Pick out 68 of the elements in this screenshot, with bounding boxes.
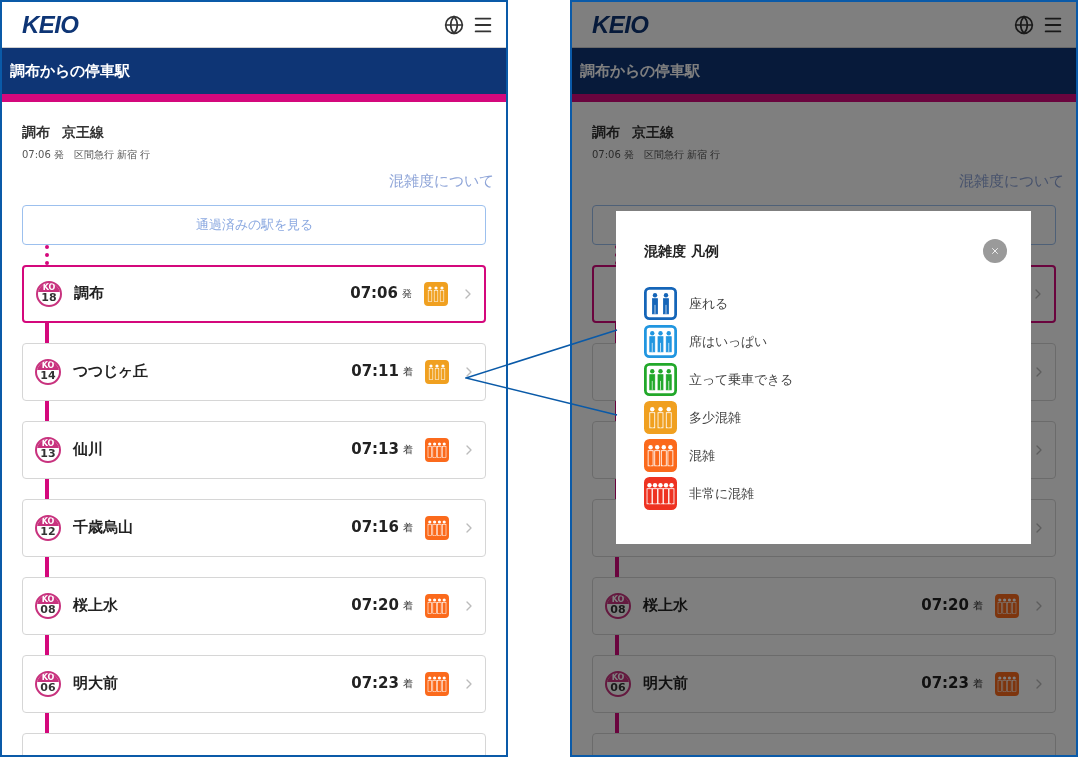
line-code: KO — [37, 438, 59, 448]
close-button[interactable] — [983, 239, 1007, 263]
station-row[interactable]: KO 18 調布 07:06 発 — [22, 264, 486, 323]
time: 07:23 — [921, 673, 969, 695]
logo[interactable]: KEIO — [22, 6, 79, 43]
legend-label: 多少混雑 — [689, 408, 741, 427]
station-row[interactable]: KO 08 桜上水 07:20 着 — [592, 576, 1056, 635]
station-row[interactable]: KO 08 桜上水 07:20 着 — [22, 576, 486, 635]
station-name: つつじヶ丘 — [73, 361, 149, 383]
line-label: 京王線 — [62, 123, 104, 142]
station-number: 13 — [40, 447, 56, 460]
station-row[interactable]: KO 14 つつじヶ丘 07:11 着 — [22, 342, 486, 401]
line-code: KO — [37, 672, 59, 682]
page-title: 調布からの停車駅 — [580, 60, 700, 82]
departure-arrival-label: 着 — [403, 521, 413, 535]
legend-label: 立って乗車できる — [689, 370, 793, 389]
departure-arrival-label: 着 — [973, 677, 983, 691]
line-code: KO — [607, 594, 629, 604]
station-row[interactable]: KO 06 明大前 07:23 着 — [592, 654, 1056, 713]
legend-label: 席はいっぱい — [689, 332, 767, 351]
station-label: 調布 — [592, 123, 620, 142]
legend-label: 非常に混雑 — [689, 484, 754, 503]
station-number: 12 — [40, 525, 56, 538]
time: 07:13 — [351, 439, 399, 461]
departure-arrival-label: 着 — [403, 677, 413, 691]
time: 07:16 — [351, 517, 399, 539]
station-name: 明大前 — [643, 673, 689, 695]
close-icon — [990, 246, 1000, 256]
time: 07:20 — [921, 595, 969, 617]
line-code: KO — [607, 672, 629, 682]
station-name: 仙川 — [73, 439, 104, 461]
station-number: 08 — [40, 603, 56, 616]
logo[interactable]: KEIO — [592, 6, 649, 43]
time: 07:20 — [351, 595, 399, 617]
station-name: 桜上水 — [643, 595, 689, 617]
line-code: KO — [37, 360, 59, 370]
time: 07:11 — [351, 361, 399, 383]
station-label: 調布 — [22, 123, 50, 142]
station-number: 08 — [610, 603, 626, 616]
station-row[interactable]: KO 06 明大前 07:23 着 — [22, 654, 486, 713]
station-name: 調布 — [74, 283, 105, 305]
departure-info: 07:06 発 区間急行 新宿 行 — [592, 148, 722, 162]
station-name: 明大前 — [73, 673, 119, 695]
time: 07:23 — [351, 673, 399, 695]
dialog-title: 混雑度 凡例 — [644, 241, 719, 261]
departure-info: 07:06 発 区間急行 新宿 行 — [22, 148, 152, 162]
page-title: 調布からの停車駅 — [10, 60, 130, 82]
station-row[interactable]: KO 13 仙川 07:13 着 — [22, 420, 486, 479]
legend-label: 座れる — [689, 294, 728, 313]
globe-icon[interactable] — [444, 14, 464, 35]
departure-arrival-label: 着 — [403, 599, 413, 613]
station-number: 06 — [40, 681, 56, 694]
station-name: 桜上水 — [73, 595, 119, 617]
station-number: 06 — [610, 681, 626, 694]
line-code: KO — [37, 594, 59, 604]
station-number: 18 — [41, 291, 57, 304]
line-label: 京王線 — [632, 123, 674, 142]
departure-arrival-label: 着 — [403, 365, 413, 379]
station-number: 14 — [40, 369, 56, 382]
legend-label: 混雑 — [689, 446, 715, 465]
station-name: 千歳烏山 — [73, 517, 134, 539]
station-row[interactable]: KO 12 千歳烏山 07:16 着 — [22, 498, 486, 557]
time: 07:06 — [350, 283, 398, 305]
departure-arrival-label: 着 — [403, 443, 413, 457]
line-code: KO — [38, 282, 60, 292]
departure-arrival-label: 着 — [973, 599, 983, 613]
departure-arrival-label: 発 — [402, 287, 412, 301]
line-code: KO — [37, 516, 59, 526]
